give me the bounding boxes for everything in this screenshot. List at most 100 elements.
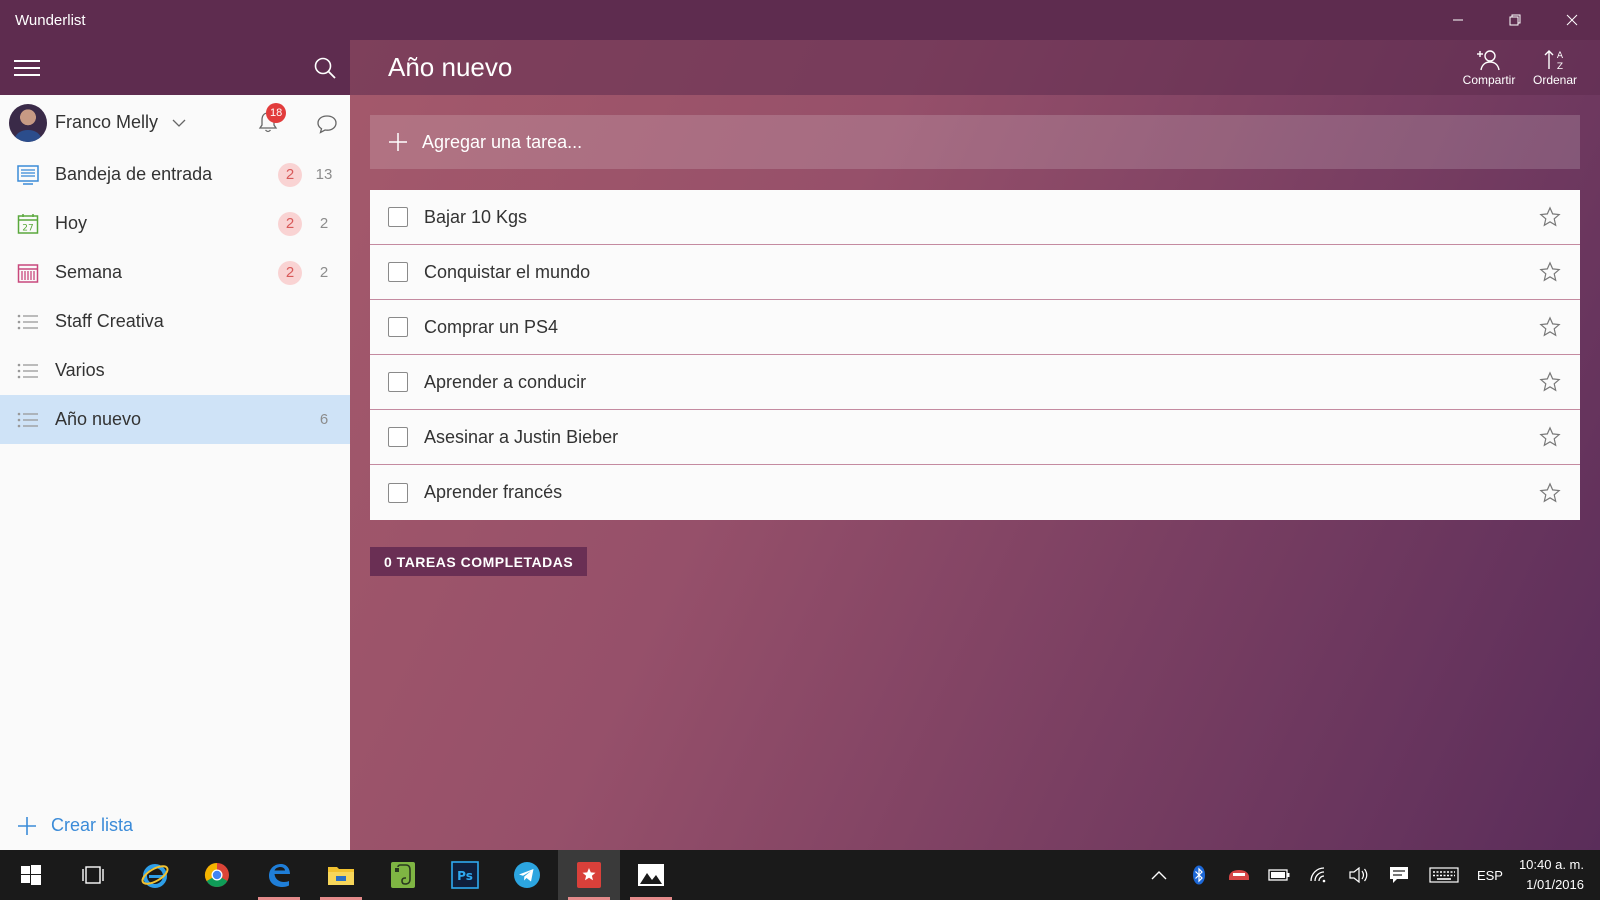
add-task-input[interactable]: Agregar una tarea... — [370, 115, 1580, 169]
main-panel: Año nuevo Compartir A Z Ordenar Agregar … — [350, 40, 1600, 850]
task-view-button[interactable] — [62, 850, 124, 900]
task-view-icon — [82, 866, 104, 884]
user-row[interactable]: Franco Melly 18 — [0, 95, 350, 150]
minimize-button[interactable] — [1429, 0, 1486, 40]
input-language[interactable]: ESP — [1469, 868, 1511, 883]
calendar-today-icon: 27 — [17, 213, 39, 235]
action-center-button[interactable] — [1379, 866, 1419, 884]
sidebar: Franco Melly 18 Bandeja de entrada 2 13 — [0, 40, 350, 850]
sidebar-item-inbox[interactable]: Bandeja de entrada 2 13 — [0, 150, 350, 199]
restore-button[interactable] — [1486, 0, 1543, 40]
list-icon — [17, 409, 39, 431]
touch-keyboard-button[interactable] — [1419, 867, 1469, 883]
avatar[interactable] — [9, 103, 47, 142]
chevron-up-icon — [1151, 871, 1167, 880]
task-checkbox[interactable] — [388, 427, 408, 447]
star-button[interactable] — [1520, 481, 1580, 504]
start-button[interactable] — [0, 850, 62, 900]
task-row[interactable]: Bajar 10 Kgs — [370, 190, 1580, 245]
share-user-icon — [1477, 49, 1500, 70]
taskbar-telegram[interactable] — [496, 850, 558, 900]
task-count: 2 — [319, 215, 329, 232]
sidebar-item-label: Staff Creativa — [55, 311, 164, 331]
task-checkbox[interactable] — [388, 207, 408, 227]
task-checkbox[interactable] — [388, 482, 408, 503]
sidebar-item-staff-creativa[interactable]: Staff Creativa — [0, 297, 350, 346]
task-count: 2 — [319, 264, 329, 281]
sidebar-item-varios[interactable]: Varios — [0, 346, 350, 395]
tray-app-button[interactable] — [1219, 867, 1259, 883]
star-button[interactable] — [1520, 426, 1580, 448]
user-name: Franco Melly — [55, 112, 159, 132]
create-list-button[interactable]: Crear lista — [17, 815, 133, 836]
minimize-icon — [1452, 19, 1463, 21]
sidebar-item-label: Hoy — [55, 213, 88, 233]
task-checkbox[interactable] — [388, 317, 408, 337]
chevron-down-icon[interactable] — [172, 119, 186, 127]
volume-button[interactable] — [1339, 867, 1379, 883]
star-icon — [1539, 426, 1561, 447]
task-title[interactable]: Bajar 10 Kgs — [424, 207, 1520, 228]
svg-text:Z: Z — [1557, 62, 1563, 71]
battery-button[interactable] — [1259, 869, 1299, 881]
taskbar-edge[interactable] — [248, 850, 310, 900]
photos-icon — [638, 864, 664, 886]
task-checkbox[interactable] — [388, 262, 408, 282]
share-button[interactable]: Compartir — [1456, 40, 1522, 95]
task-title[interactable]: Conquistar el mundo — [424, 262, 1520, 283]
sidebar-item-week[interactable]: Semana 2 2 — [0, 248, 350, 297]
close-button[interactable] — [1543, 0, 1600, 40]
sidebar-item-ano-nuevo[interactable]: Año nuevo 6 — [0, 395, 350, 444]
star-button[interactable] — [1520, 206, 1580, 228]
task-title[interactable]: Aprender a conducir — [424, 372, 1520, 393]
notification-center-icon — [1389, 867, 1408, 883]
edge-icon — [269, 864, 290, 887]
system-tray: ESP 10:40 a. m. 1/01/2016 — [1139, 850, 1600, 900]
list-icon — [17, 311, 39, 333]
star-button[interactable] — [1520, 371, 1580, 393]
hamburger-menu-icon[interactable] — [14, 58, 40, 78]
taskbar-file-explorer[interactable] — [310, 850, 372, 900]
task-row[interactable]: Comprar un PS4 — [370, 300, 1580, 355]
completed-tasks-button[interactable]: 0 TAREAS COMPLETADAS — [370, 547, 588, 576]
task-row[interactable]: Asesinar a Justin Bieber — [370, 410, 1580, 465]
wifi-button[interactable] — [1299, 867, 1339, 883]
task-checkbox[interactable] — [388, 372, 408, 392]
sort-button[interactable]: A Z Ordenar — [1522, 40, 1588, 95]
taskbar-photoshop[interactable]: Ps — [434, 850, 496, 900]
task-title[interactable]: Comprar un PS4 — [424, 317, 1520, 338]
taskbar-wunderlist[interactable] — [558, 850, 620, 900]
taskbar-internet-explorer[interactable] — [124, 850, 186, 900]
sidebar-item-label: Año nuevo — [55, 409, 142, 429]
svg-text:A: A — [1557, 51, 1564, 61]
telegram-icon — [514, 862, 540, 888]
list-icon — [17, 360, 39, 382]
star-button[interactable] — [1520, 316, 1580, 338]
plus-icon — [18, 816, 36, 835]
inbox-icon — [17, 164, 39, 186]
show-hidden-icons-button[interactable] — [1139, 870, 1179, 880]
restore-icon — [1509, 14, 1520, 26]
bluetooth-button[interactable] — [1179, 865, 1219, 885]
chat-bubble-icon[interactable] — [316, 114, 338, 134]
taskbar-photos[interactable] — [620, 850, 682, 900]
taskbar-chrome[interactable] — [186, 850, 248, 900]
star-icon — [1539, 206, 1561, 227]
clock-time: 10:40 a. m. — [1518, 857, 1584, 872]
page-title: Año nuevo — [388, 52, 513, 82]
task-row[interactable]: Conquistar el mundo — [370, 245, 1580, 300]
clock[interactable]: 10:40 a. m. 1/01/2016 — [1511, 855, 1600, 895]
folder-icon — [328, 867, 354, 885]
search-icon[interactable] — [314, 57, 336, 79]
sidebar-item-label: Semana — [55, 262, 123, 282]
taskbar-evernote[interactable] — [372, 850, 434, 900]
star-button[interactable] — [1520, 261, 1580, 283]
svg-text:Ps: Ps — [457, 869, 473, 883]
task-title[interactable]: Aprender francés — [424, 482, 1520, 503]
task-row[interactable]: Aprender francés — [370, 465, 1580, 520]
sidebar-item-today[interactable]: 27 Hoy 2 2 — [0, 199, 350, 248]
car-icon — [1228, 870, 1249, 880]
star-icon — [1539, 316, 1561, 337]
task-row[interactable]: Aprender a conducir — [370, 355, 1580, 410]
task-title[interactable]: Asesinar a Justin Bieber — [424, 427, 1520, 448]
